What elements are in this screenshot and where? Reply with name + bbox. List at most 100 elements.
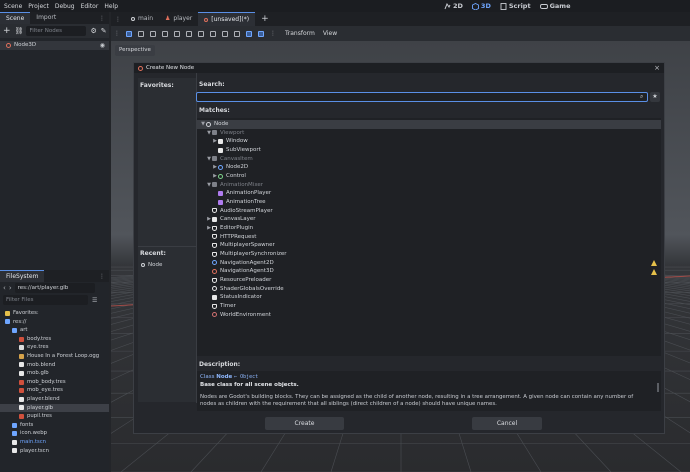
menu-editor[interactable]: Editor: [81, 3, 99, 10]
create-button[interactable]: Create: [265, 417, 344, 430]
perspective-button[interactable]: Perspective: [115, 45, 155, 56]
move-mode-icon[interactable]: [138, 30, 144, 37]
match-row[interactable]: Timer: [197, 302, 661, 311]
list-select-icon[interactable]: [174, 30, 180, 37]
match-row[interactable]: ▶ Control: [197, 172, 661, 181]
tab-scene[interactable]: Scene: [0, 12, 31, 24]
lock-icon[interactable]: [186, 30, 192, 37]
forward-arrow-icon[interactable]: ›: [9, 284, 12, 292]
menu-project[interactable]: Project: [28, 3, 49, 10]
fs-item[interactable]: player.blend: [0, 395, 109, 404]
match-row[interactable]: ▶ CanvasLayer: [197, 215, 661, 224]
fs-item[interactable]: mob.glb: [0, 369, 109, 378]
dock-menu-icon[interactable]: ⋮: [99, 15, 105, 22]
inherits-link[interactable]: ⇐ Object: [234, 374, 258, 380]
mode-2d-button[interactable]: 2D: [444, 2, 463, 10]
fs-item[interactable]: fonts: [0, 421, 109, 430]
favorite-star-button[interactable]: ★: [650, 92, 660, 102]
fs-item[interactable]: player.glb: [0, 403, 109, 413]
local-space-icon[interactable]: [222, 30, 228, 37]
match-row[interactable]: NavigationAgent3D: [197, 267, 661, 276]
match-row[interactable]: ▼ Node: [197, 120, 661, 129]
add-tab-icon[interactable]: +: [261, 14, 269, 24]
match-row[interactable]: ShaderGlobalsOverride: [197, 285, 661, 294]
match-row[interactable]: NavigationAgent2D: [197, 259, 661, 268]
view-menu[interactable]: View: [323, 30, 337, 37]
back-arrow-icon[interactable]: ‹: [3, 284, 6, 292]
tab-player[interactable]: ♟ player: [159, 12, 198, 26]
node-icon: [218, 165, 223, 171]
tab-main[interactable]: main: [125, 12, 159, 26]
recent-item[interactable]: Node: [138, 262, 196, 268]
fs-item[interactable]: res://: [0, 318, 109, 327]
fs-menu-icon[interactable]: ⋮: [99, 273, 105, 280]
scene-toolbar: + ⛓ Filter Nodes ⚙ ✎: [0, 24, 109, 38]
fs-item[interactable]: main.tscn: [0, 438, 109, 447]
sun-preview-icon[interactable]: [246, 30, 252, 37]
tab-filesystem[interactable]: FileSystem: [0, 270, 45, 282]
fs-item[interactable]: art: [0, 326, 109, 335]
filter-nodes-input[interactable]: Filter Nodes: [26, 26, 87, 36]
fs-item[interactable]: body.tres: [0, 335, 109, 344]
fs-item[interactable]: pupil.tres: [0, 412, 109, 421]
search-input[interactable]: [196, 92, 648, 102]
create-node-dialog: Create New Node × Favorites: Recent: Nod…: [133, 62, 665, 434]
tab-unsaved[interactable]: [unsaved](*): [198, 12, 256, 26]
snap-icon[interactable]: [234, 30, 240, 37]
environment-preview-icon[interactable]: [258, 30, 264, 37]
description-scrollbar[interactable]: [657, 383, 659, 392]
scene-tree-root[interactable]: Node3D ◉: [0, 41, 109, 50]
scale-mode-icon[interactable]: [162, 30, 168, 37]
add-node-icon[interactable]: +: [3, 26, 11, 36]
fs-item[interactable]: mob_body.tres: [0, 378, 109, 387]
visibility-eye-icon[interactable]: ◉: [100, 41, 105, 50]
link-icon[interactable]: ⛓: [15, 27, 24, 35]
mode-game-button[interactable]: Game: [539, 2, 570, 10]
match-row[interactable]: MultiplayerSynchronizer: [197, 250, 661, 259]
mode-script-button[interactable]: Script: [500, 2, 531, 10]
match-row[interactable]: ▼ AnimationMixer: [197, 181, 661, 190]
menu-debug[interactable]: Debug: [55, 3, 75, 10]
fs-item[interactable]: mob_eye.tres: [0, 386, 109, 395]
match-row[interactable]: HTTPRequest: [197, 233, 661, 242]
node-icon: [218, 173, 223, 179]
fs-item[interactable]: mob.blend: [0, 361, 109, 370]
preview-menu-icon[interactable]: ⋮: [270, 30, 276, 37]
cancel-button[interactable]: Cancel: [472, 417, 542, 430]
match-row[interactable]: AudioStreamPlayer: [197, 207, 661, 216]
select-mode-icon[interactable]: [126, 30, 132, 37]
menu-help[interactable]: Help: [104, 3, 118, 10]
scene-tabs-menu-icon[interactable]: ⋮: [115, 16, 121, 23]
match-row[interactable]: ▶ EditorPlugin: [197, 224, 661, 233]
mode-3d-button[interactable]: 3D: [471, 2, 491, 10]
menu-scene[interactable]: Scene: [4, 3, 22, 10]
ruler-icon[interactable]: [210, 30, 216, 37]
match-row[interactable]: ▶ Node2D: [197, 163, 661, 172]
group-icon[interactable]: [198, 30, 204, 37]
match-row[interactable]: WorldEnvironment: [197, 311, 661, 320]
sort-icon[interactable]: ☰: [92, 297, 97, 304]
tab-import[interactable]: Import: [30, 12, 62, 24]
script-attach-icon[interactable]: ✎: [101, 27, 107, 35]
match-row[interactable]: ResourcePreloader: [197, 276, 661, 285]
fs-item[interactable]: House In a Forest Loop.ogg: [0, 352, 109, 361]
filter-options-icon[interactable]: ⚙: [90, 27, 96, 35]
match-row[interactable]: ▼ CanvasItem: [197, 155, 661, 164]
match-row[interactable]: MultiplayerSpawner: [197, 241, 661, 250]
fs-path-input[interactable]: res://art/player.glb: [14, 283, 95, 293]
fs-item[interactable]: Favorites:: [0, 309, 109, 318]
match-row[interactable]: StatusIndicator: [197, 293, 661, 302]
http-arrows-icon: [212, 234, 217, 240]
match-row[interactable]: AnimationTree: [197, 198, 661, 207]
close-icon[interactable]: ×: [654, 63, 660, 73]
filter-files-input[interactable]: Filter Files: [3, 295, 88, 305]
fs-item[interactable]: player.tscn: [0, 447, 109, 456]
fs-item[interactable]: icon.webp: [0, 429, 109, 438]
rotate-mode-icon[interactable]: [150, 30, 156, 37]
match-row[interactable]: ▶ Window: [197, 137, 661, 146]
match-row[interactable]: ▼ Viewport: [197, 129, 661, 138]
transform-menu[interactable]: Transform: [285, 30, 315, 37]
fs-item[interactable]: eye.tres: [0, 343, 109, 352]
match-row[interactable]: SubViewport: [197, 146, 661, 155]
match-row[interactable]: AnimationPlayer: [197, 189, 661, 198]
